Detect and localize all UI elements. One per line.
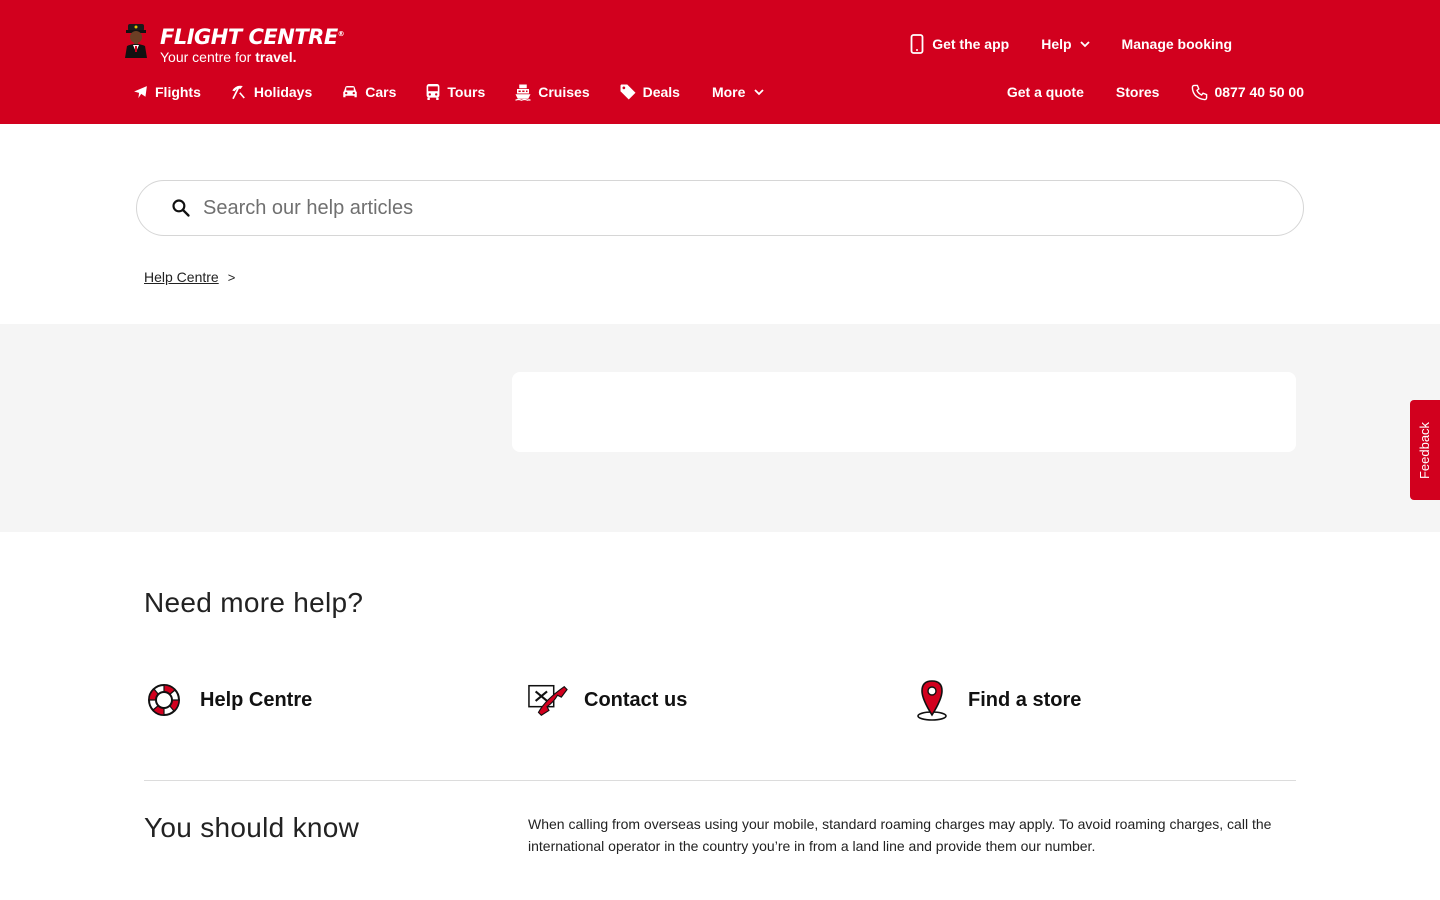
phone-icon <box>1192 84 1208 100</box>
ship-icon <box>515 84 532 101</box>
article-content-band <box>0 324 1440 532</box>
nav-item-tours[interactable]: Tours <box>425 81 485 103</box>
manage-booking-link[interactable]: Manage booking <box>1122 33 1232 55</box>
get-the-app-link[interactable]: Get the app <box>910 33 1009 55</box>
roaming-charges-notice: When calling from overseas using your mo… <box>528 816 1272 854</box>
chevron-down-icon <box>754 88 765 95</box>
breadcrumb-help-centre-link[interactable]: Help Centre <box>144 269 219 285</box>
secondary-nav: Get a quote Stores 0877 40 50 00 <box>1007 81 1304 103</box>
site-header: FLIGHT CENTRE® Your centre for travel. G… <box>0 0 1440 124</box>
get-a-quote-link[interactable]: Get a quote <box>1007 81 1084 103</box>
bus-icon <box>426 84 440 100</box>
help-dropdown[interactable]: Help <box>1041 33 1090 55</box>
beach-umbrella-icon <box>232 85 245 100</box>
help-centre-link[interactable]: Help Centre <box>144 678 528 722</box>
breadcrumb-separator: > <box>227 269 236 285</box>
find-a-store-link[interactable]: Find a store <box>912 678 1296 722</box>
nav-item-deals[interactable]: Deals <box>619 81 680 103</box>
chevron-down-icon <box>1079 40 1090 47</box>
nav-item-more[interactable]: More <box>712 81 765 103</box>
plane-icon <box>134 85 147 98</box>
map-pin-icon <box>917 680 947 721</box>
article-content-card <box>512 372 1296 452</box>
breadcrumb: Help Centre > <box>144 269 235 285</box>
utility-nav: Get the app Help Manage booking <box>910 33 1232 55</box>
stores-link[interactable]: Stores <box>1116 81 1160 103</box>
need-more-help-heading: Need more help? <box>144 587 364 618</box>
help-links: Help Centre Contact us Find a store <box>144 678 1296 722</box>
main-nav: Flights Holidays Cars Tours Cruises Deal… <box>132 81 793 103</box>
phone-plane-icon <box>528 684 568 716</box>
search-icon <box>172 199 190 217</box>
lifebuoy-icon <box>148 684 180 716</box>
car-icon <box>343 86 357 98</box>
help-search-bar[interactable] <box>136 180 1304 236</box>
you-should-know-heading: You should know <box>144 812 360 843</box>
nav-item-cars[interactable]: Cars <box>341 81 396 103</box>
section-divider <box>144 780 1296 781</box>
brand-logo[interactable]: FLIGHT CENTRE® Your centre for travel. <box>122 22 345 65</box>
nav-item-holidays[interactable]: Holidays <box>230 81 312 103</box>
nav-item-cruises[interactable]: Cruises <box>514 81 590 103</box>
mobile-phone-icon <box>910 34 924 54</box>
feedback-tab[interactable]: Feedback <box>1410 400 1440 500</box>
brand-name: FLIGHT CENTRE® <box>160 25 345 49</box>
search-input[interactable] <box>203 196 1203 220</box>
tag-icon <box>620 84 636 100</box>
captain-mascot-icon <box>125 24 147 58</box>
contact-us-link[interactable]: Contact us <box>528 678 912 722</box>
phone-number-link[interactable]: 0877 40 50 00 <box>1191 81 1304 103</box>
nav-item-flights[interactable]: Flights <box>132 81 201 103</box>
brand-tagline: Your centre for travel. <box>160 49 297 65</box>
